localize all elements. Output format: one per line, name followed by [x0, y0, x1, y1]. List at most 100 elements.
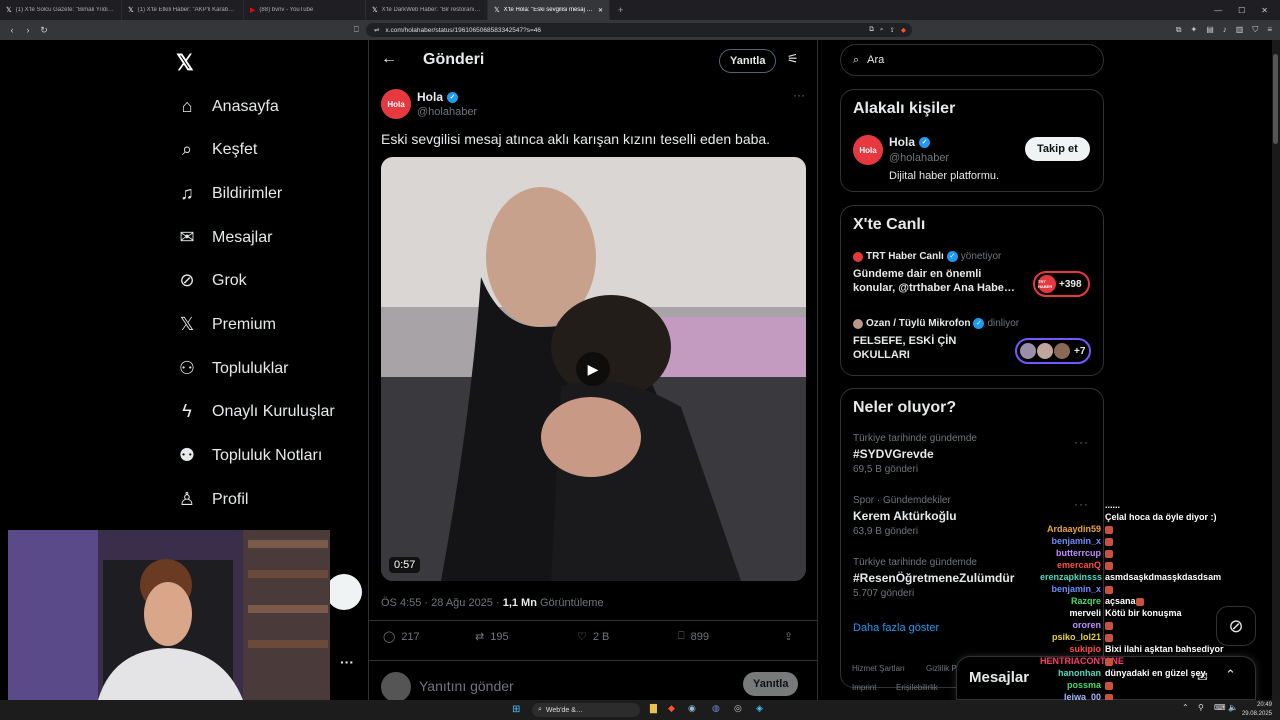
close-tab-icon[interactable]: ✕: [598, 7, 603, 14]
nav-item-messages[interactable]: ✉ Mesajlar: [176, 227, 272, 248]
chat-username[interactable]: HENTRIACONTANE: [1040, 656, 1124, 666]
show-more-link[interactable]: Daha fazla göster: [853, 622, 939, 634]
bookmark-icon[interactable]: ⎕: [354, 25, 359, 35]
reply-submit-button[interactable]: Yanıtla: [743, 672, 799, 696]
chat-username[interactable]: butterrcup: [1040, 548, 1105, 558]
browser-tab-active[interactable]: 𝕏 X'te Hola: "Eski sevgilisi mesaj at… ✕: [488, 0, 610, 20]
minimize-icon[interactable]: —: [1214, 6, 1222, 15]
chat-message: emercanQ: [1040, 560, 1240, 570]
browser-tab[interactable]: ▶ (88) bvnv - YouTube: [244, 0, 366, 20]
trend-more-icon[interactable]: ···: [1074, 435, 1089, 449]
back-arrow-icon[interactable]: ←: [381, 50, 397, 68]
play-icon[interactable]: ▶: [576, 352, 610, 386]
music-icon[interactable]: ♪: [1223, 25, 1227, 35]
nav-item-grok[interactable]: ⊘ Grok: [176, 270, 246, 291]
share-icon[interactable]: ⧉: [869, 26, 874, 34]
browser-tab[interactable]: 𝕏 (1) X'te Solcu Gazete: "Bimali Yıldırım…: [0, 0, 122, 20]
app-icon[interactable]: ◈: [756, 703, 763, 714]
author-name-row[interactable]: Hola ✓: [417, 90, 459, 104]
nav-item-community-notes[interactable]: ⚉ Topluluk Notları: [176, 445, 322, 466]
chat-username[interactable]: psiko_lol21: [1040, 632, 1105, 642]
chat-username[interactable]: erenzapkinsss: [1040, 572, 1105, 582]
panel-icon[interactable]: ▥: [1236, 25, 1244, 35]
chat-username[interactable]: ororen: [1040, 620, 1105, 630]
brave-icon[interactable]: ◆: [668, 703, 675, 714]
live-item[interactable]: TRT Haber Canlı ✓ yönetiyor Gündeme dair…: [853, 251, 1095, 297]
site-info-icon[interactable]: ⇌: [374, 26, 379, 34]
chat-username[interactable]: benjamin_x: [1040, 536, 1105, 546]
scrollbar[interactable]: [1272, 40, 1280, 700]
taskbar-search[interactable]: ⌕ Web'de &…: [532, 703, 640, 717]
network-icon[interactable]: ⌨: [1214, 703, 1226, 712]
tray-icon[interactable]: ⚲: [1198, 703, 1204, 712]
steam-icon[interactable]: ◉: [688, 703, 696, 714]
filter-icon[interactable]: ⚟: [787, 51, 799, 67]
share-action[interactable]: ⇪: [784, 630, 793, 643]
forward-arrow-icon[interactable]: ›: [20, 25, 36, 35]
puzzle-icon[interactable]: ✦: [1191, 25, 1198, 35]
follow-button[interactable]: Takip et: [1025, 137, 1090, 161]
more-options-icon[interactable]: ···: [793, 88, 805, 102]
x-logo-icon[interactable]: 𝕏: [176, 50, 194, 76]
browser-tab[interactable]: 𝕏 (1) X'te Etkili Haber: "AKP'li Karabük…: [122, 0, 244, 20]
back-arrow-icon[interactable]: ‹: [4, 25, 20, 35]
author-avatar[interactable]: Hola: [381, 89, 411, 119]
obs-icon[interactable]: ◎: [734, 703, 742, 714]
relevant-name-row[interactable]: Hola ✓: [889, 135, 931, 149]
close-window-icon[interactable]: ✕: [1261, 6, 1268, 15]
chat-username[interactable]: emercanQ: [1040, 560, 1105, 570]
volume-icon[interactable]: 🔈: [1228, 703, 1238, 712]
brave-shields-icon[interactable]: ◆: [901, 26, 906, 34]
windows-start-icon[interactable]: ⊞: [512, 704, 520, 715]
nav-item-premium[interactable]: 𝕏 Premium: [176, 314, 276, 335]
chat-username[interactable]: sukipio: [1040, 644, 1105, 654]
bookmark-action[interactable]: ⎕ 899: [678, 630, 784, 643]
user-avatar[interactable]: [381, 672, 411, 702]
footer-link[interactable]: Imprint: [852, 683, 876, 692]
nav-item-explore[interactable]: ⌕ Keşfet: [176, 139, 257, 160]
like-action[interactable]: ♡ 2 B: [577, 630, 678, 644]
post-button[interactable]: [326, 574, 362, 610]
nav-item-verified-orgs[interactable]: ϟ Onaylı Kuruluşlar: [176, 401, 334, 422]
search-input[interactable]: ⌕ Ara: [840, 44, 1104, 76]
tray-chevron-icon[interactable]: ⌃: [1182, 703, 1189, 712]
reply-action[interactable]: ◯ 217: [383, 630, 475, 644]
chat-username[interactable]: hanonhan: [1040, 668, 1105, 678]
scrollbar-thumb[interactable]: [1273, 54, 1278, 144]
live-item[interactable]: Ozan / Tüylü Mikrofon ✓ dinliyor FELSEFE…: [853, 318, 1095, 364]
relevant-avatar[interactable]: Hola: [853, 135, 883, 165]
footer-link[interactable]: Erişilebilirlik: [896, 683, 938, 692]
post-timestamp[interactable]: ÖS 4:55 · 28 Ağu 2025 ·: [381, 597, 503, 609]
share-link-icon[interactable]: ⇪: [890, 26, 895, 34]
chat-username[interactable]: Razqre: [1040, 596, 1105, 606]
reload-icon[interactable]: ↻: [36, 25, 52, 36]
nav-item-profile[interactable]: ♙ Profil: [176, 489, 249, 510]
zoom-icon[interactable]: ⌕: [880, 26, 884, 34]
sidebar-icon[interactable]: ▤: [1206, 25, 1214, 35]
discord-icon[interactable]: ◍: [712, 703, 720, 714]
reply-input[interactable]: Yanıtını gönder: [419, 678, 514, 694]
chat-username[interactable]: possma: [1040, 680, 1105, 690]
chat-username[interactable]: Ardaaydin59: [1040, 524, 1105, 534]
reply-button[interactable]: Yanıtla: [719, 49, 777, 73]
nav-item-communities[interactable]: ⚇ Topluluklar: [176, 358, 289, 379]
maximize-icon[interactable]: ☐: [1238, 6, 1245, 15]
nav-item-home[interactable]: ⌂ Anasayfa: [176, 96, 279, 117]
footer-link[interactable]: Hizmet Şartları: [852, 664, 905, 673]
author-handle[interactable]: @holahaber: [417, 106, 477, 118]
nav-item-notifications[interactable]: ♫ Bildirimler: [176, 183, 282, 204]
more-icon[interactable]: ···: [340, 654, 354, 670]
browser-tab[interactable]: 𝕏 X'te DarkWeb Haber: "Bir restoranın…: [366, 0, 488, 20]
repost-action[interactable]: ⇄ 195: [475, 630, 577, 644]
file-explorer-icon[interactable]: ▇: [650, 703, 657, 714]
new-tab-button[interactable]: +: [610, 5, 623, 15]
post-video[interactable]: ▶ 0:57: [381, 157, 806, 581]
chat-username[interactable]: benjamin_x: [1040, 584, 1105, 594]
url-bar[interactable]: ⇌ x.com/holahaber/status/196106506858334…: [366, 23, 912, 37]
extensions-icon[interactable]: ⧉: [1176, 25, 1182, 35]
chat-username[interactable]: merveli: [1040, 608, 1105, 618]
wallet-icon[interactable]: ⛉: [1252, 25, 1258, 35]
trend-item[interactable]: Türkiye tarihinde gündemde #SYDVGrevde 6…: [853, 433, 1093, 475]
clock[interactable]: 20:49 29.08.2025: [1238, 701, 1272, 719]
menu-icon[interactable]: ≡: [1267, 25, 1272, 35]
